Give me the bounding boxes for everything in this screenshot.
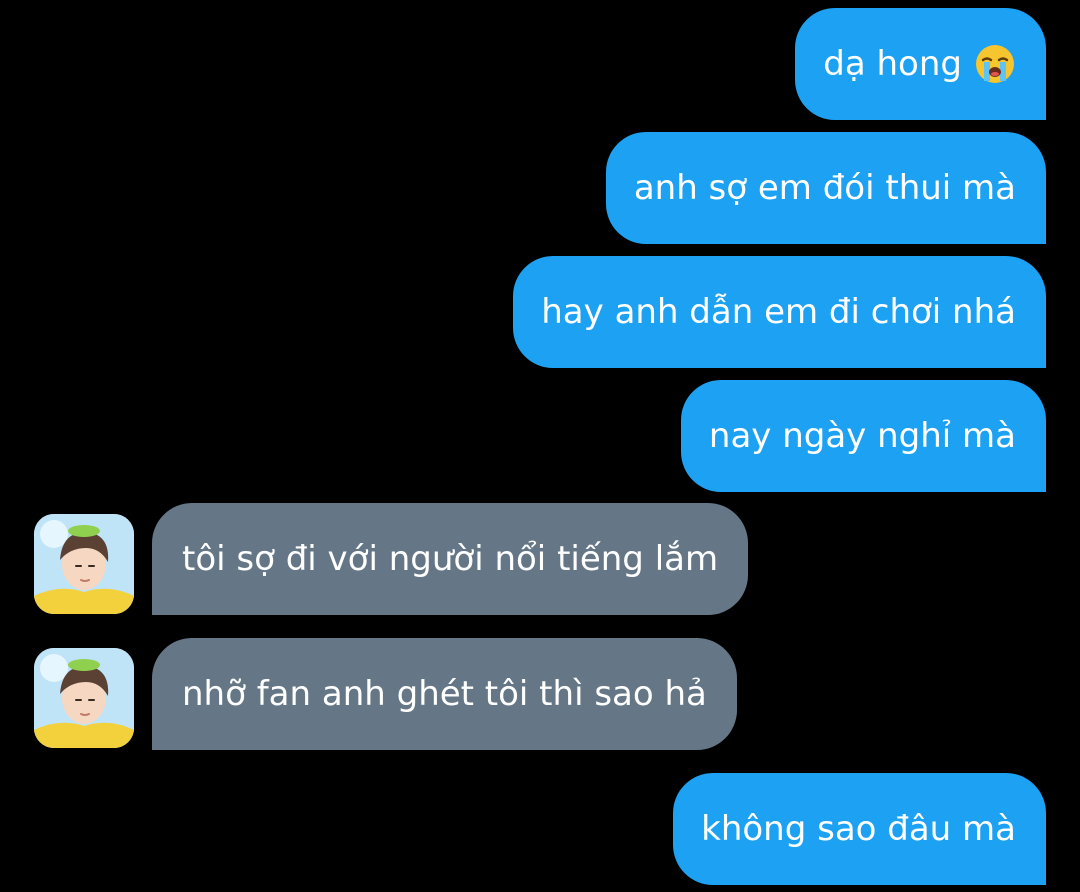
received-message-bubble[interactable]: nhỡ fan anh ghét tôi thì sao hả — [152, 638, 737, 750]
message-text: nay ngày nghỉ mà — [708, 416, 1016, 456]
message-text: không sao đâu mà — [701, 809, 1016, 849]
sent-message-bubble[interactable]: dạ hong — [795, 8, 1046, 120]
message-text: hay anh dẫn em đi chơi nhá — [541, 292, 1016, 332]
message-text: tôi sợ đi với người nổi tiếng lắm — [182, 539, 719, 579]
sent-message-bubble[interactable]: nay ngày nghỉ mà — [680, 380, 1046, 492]
sent-message-bubble[interactable]: hay anh dẫn em đi chơi nhá — [513, 256, 1046, 368]
received-message-bubble[interactable]: tôi sợ đi với người nổi tiếng lắm — [152, 503, 749, 615]
message-text: dạ hong — [823, 44, 962, 84]
sent-message-bubble[interactable]: anh sợ em đói thui mà — [605, 132, 1046, 244]
contact-avatar[interactable] — [34, 514, 134, 614]
chat-thread: dạ hong anh sợ em đói thui mà hay anh dẫ… — [0, 0, 1080, 892]
sent-message-bubble[interactable]: không sao đâu mà — [673, 773, 1046, 885]
message-text: nhỡ fan anh ghét tôi thì sao hả — [182, 674, 707, 714]
loudly-crying-face-icon — [974, 43, 1016, 85]
contact-avatar[interactable] — [34, 648, 134, 748]
message-text: anh sợ em đói thui mà — [633, 168, 1016, 208]
